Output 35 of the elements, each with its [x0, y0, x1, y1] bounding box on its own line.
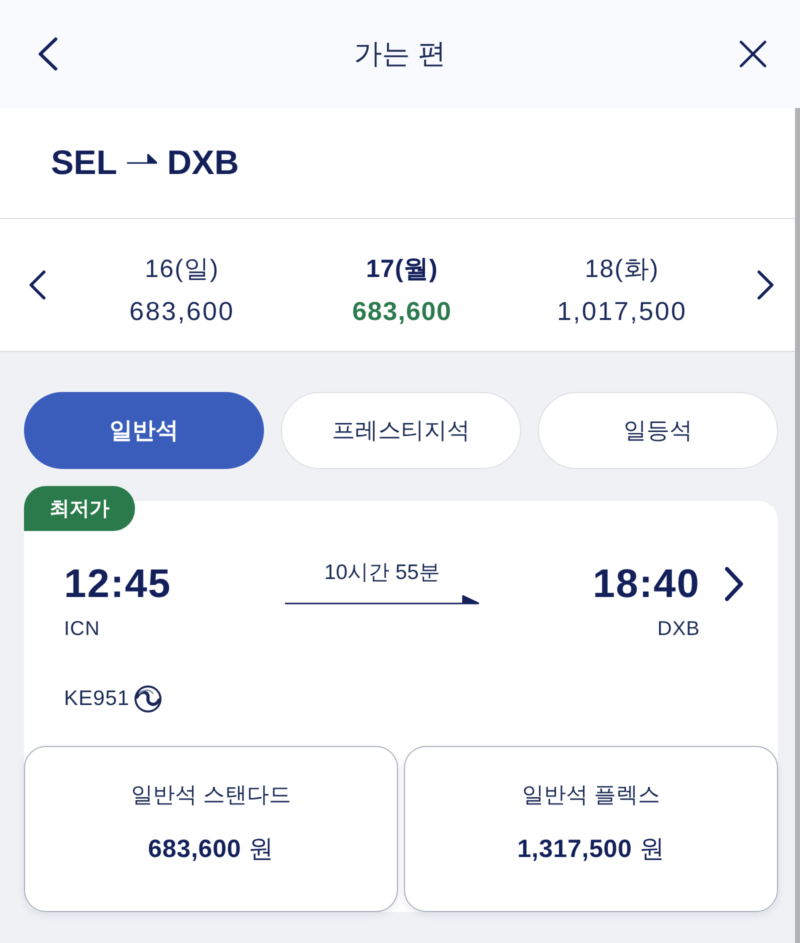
fare-price: 683,600 원 — [148, 835, 274, 863]
chevron-right-icon — [757, 270, 775, 300]
arrival-time: 18:40 — [592, 561, 700, 607]
destination-code: DXB — [167, 143, 239, 183]
departure-airport: ICN — [64, 617, 100, 641]
close-icon — [739, 40, 767, 68]
flight-duration: 10시간 55분 — [324, 561, 440, 585]
flight-arrow-icon — [285, 595, 479, 605]
flight-number: KE951 — [64, 687, 130, 711]
fare-option-card[interactable]: 일반석 스탠다드 683,600 원 — [24, 746, 398, 912]
arrival-airport: DXB — [657, 617, 700, 641]
date-tab[interactable]: 17(월) 683,600 — [346, 242, 458, 328]
route-arrow-icon — [127, 153, 158, 165]
scrollbar[interactable] — [795, 108, 800, 943]
previous-date-button[interactable] — [28, 270, 46, 300]
cabin-tab[interactable]: 일반석 — [24, 392, 264, 469]
fare-name: 일반석 스탠다드 — [130, 781, 292, 809]
fare-option-card[interactable]: 일반석 플렉스 1,317,500 원 — [404, 746, 778, 912]
fare-price: 1,317,500 원 — [517, 835, 665, 863]
airline-logo-icon — [134, 685, 162, 713]
origin-code: SEL — [51, 143, 118, 183]
chevron-left-icon — [28, 270, 46, 300]
departure-time: 12:45 — [64, 561, 172, 607]
lowest-price-badge: 최저가 — [24, 486, 135, 531]
close-button[interactable] — [739, 40, 767, 68]
cabin-tab[interactable]: 일등석 — [538, 392, 778, 469]
back-button[interactable] — [37, 37, 59, 71]
cabin-tab[interactable]: 프레스티지석 — [281, 392, 521, 469]
back-icon — [37, 37, 59, 71]
next-date-button[interactable] — [757, 270, 775, 300]
fare-name: 일반석 플렉스 — [522, 781, 660, 809]
page-title: 가는 편 — [353, 37, 447, 71]
date-tab[interactable]: 16(일) 683,600 — [123, 242, 241, 328]
date-tab[interactable]: 18(화) 1,017,500 — [550, 242, 694, 328]
chevron-right-icon[interactable] — [724, 566, 744, 602]
